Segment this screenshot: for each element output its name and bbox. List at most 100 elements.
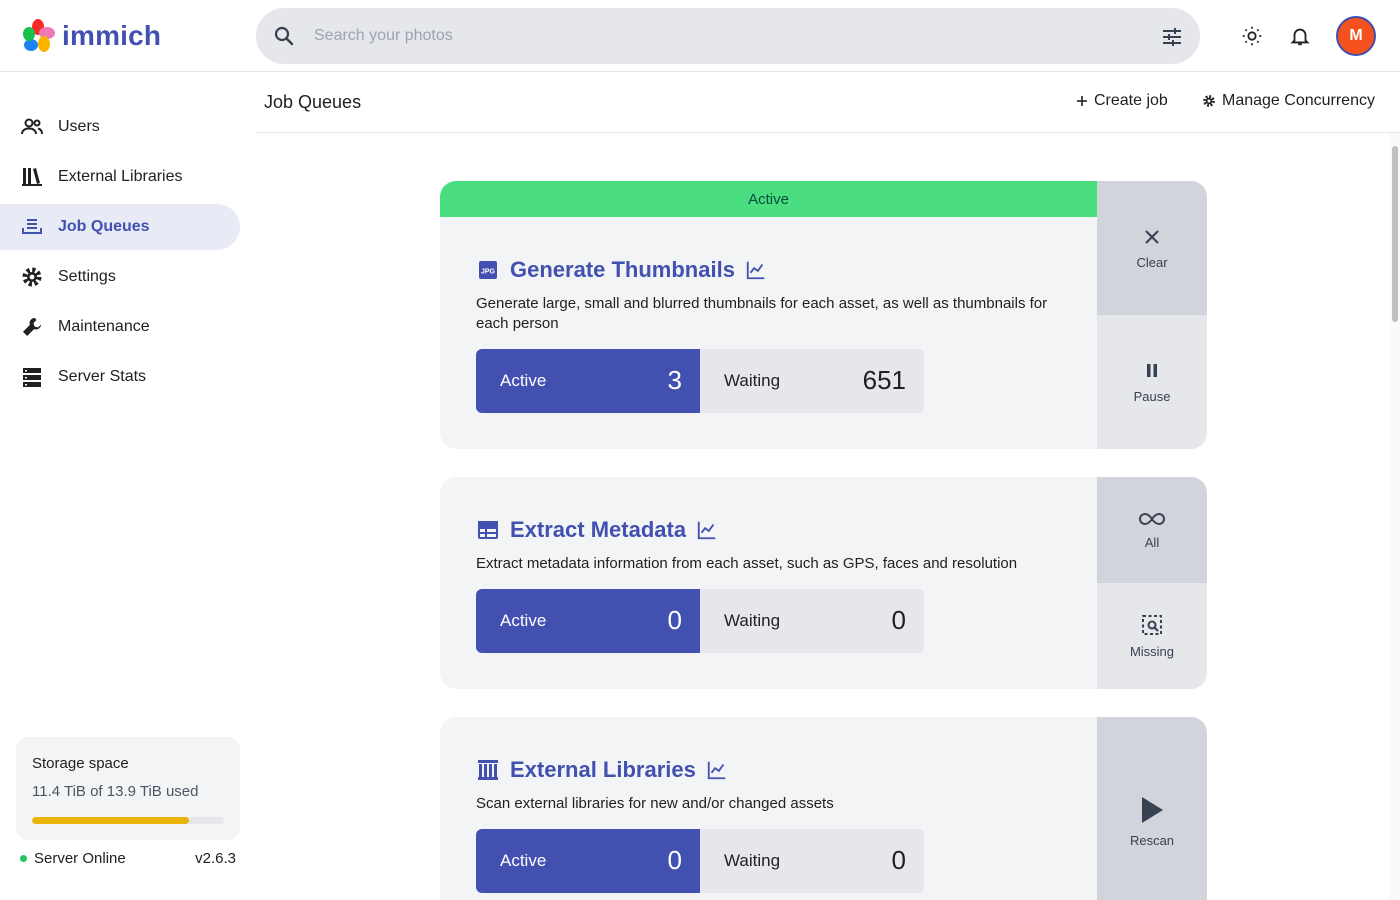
manage-concurrency-button[interactable]: Manage Concurrency xyxy=(1202,92,1375,110)
job-card-extract-metadata: Extract Metadata Extract metadata inform… xyxy=(440,477,1207,689)
rescan-label: Rescan xyxy=(1129,833,1175,848)
search-icon[interactable] xyxy=(272,24,296,48)
sidebar-item-label: Maintenance xyxy=(58,318,150,335)
active-counter: Active 0 xyxy=(476,829,700,893)
manage-concurrency-label: Manage Concurrency xyxy=(1222,92,1375,109)
wrench-icon xyxy=(23,318,41,336)
active-count: 0 xyxy=(667,605,682,635)
job-counters: Active 0 Waiting 0 xyxy=(476,829,924,893)
sidebar: Users External Libraries Job Queues Sett… xyxy=(0,72,256,900)
job-actions: Clear Pause xyxy=(1097,181,1207,449)
sidebar-item-job-queues[interactable]: Job Queues xyxy=(0,204,240,250)
active-label: Active xyxy=(500,371,547,390)
waiting-counter: Waiting 0 xyxy=(700,589,924,653)
job-title-row: Extract Metadata xyxy=(476,517,718,543)
job-title: Generate Thumbnails xyxy=(510,257,735,282)
svg-text:JPG: JPG xyxy=(481,269,496,276)
users-icon xyxy=(21,118,43,135)
waiting-count: 651 xyxy=(862,365,906,395)
theme-toggle-button[interactable] xyxy=(1236,20,1268,52)
close-icon xyxy=(1145,229,1159,244)
notifications-button[interactable] xyxy=(1284,20,1316,52)
job-card-body: Active JPG Generate Thumbnails Generate … xyxy=(440,181,1097,449)
all-button[interactable]: All xyxy=(1097,477,1207,583)
waiting-label: Waiting xyxy=(724,611,781,630)
job-title-row: External Libraries xyxy=(476,757,728,783)
pause-label: Pause xyxy=(1133,388,1171,404)
create-job-label: Create job xyxy=(1094,92,1168,109)
library-columns-icon xyxy=(478,760,498,780)
search-input[interactable] xyxy=(314,8,1134,64)
chart-line-icon[interactable] xyxy=(696,519,718,541)
clear-button[interactable]: Clear xyxy=(1097,181,1207,315)
waiting-count: 0 xyxy=(891,845,906,875)
active-label: Active xyxy=(500,611,547,630)
sidebar-item-label: Job Queues xyxy=(58,218,150,235)
waiting-label: Waiting xyxy=(724,371,781,390)
missing-button[interactable]: Missing xyxy=(1097,583,1207,689)
play-icon xyxy=(1142,797,1163,823)
server-version[interactable]: v2.6.3 xyxy=(195,850,236,867)
job-card-external-libraries: External Libraries Scan external librari… xyxy=(440,717,1207,900)
pause-button[interactable]: Pause xyxy=(1097,315,1207,449)
job-description: Extract metadata information from each a… xyxy=(476,555,1018,572)
server-icon xyxy=(23,368,41,387)
sidebar-item-label: External Libraries xyxy=(58,168,183,185)
plus-icon xyxy=(1077,96,1087,106)
user-avatar[interactable]: M xyxy=(1336,16,1376,56)
bell-icon xyxy=(1290,28,1310,46)
immich-logo-icon xyxy=(23,19,55,52)
chart-line-icon[interactable] xyxy=(706,759,728,781)
sidebar-item-external-libraries[interactable]: External Libraries xyxy=(0,154,240,200)
active-label: Active xyxy=(500,851,547,870)
sidebar-item-label: Settings xyxy=(58,268,116,285)
page-title: Job Queues xyxy=(264,92,362,112)
waiting-counter: Waiting 651 xyxy=(700,349,924,413)
clear-label: Clear xyxy=(1136,254,1168,270)
missing-label: Missing xyxy=(1129,643,1175,659)
sidebar-item-settings[interactable]: Settings xyxy=(0,254,240,300)
job-description: Generate large, small and blurred thumbn… xyxy=(476,295,1048,332)
gear-icon xyxy=(22,267,42,287)
server-status-label: Server Online xyxy=(34,850,126,867)
top-bar: immich M xyxy=(0,0,1400,72)
waiting-count: 0 xyxy=(891,605,906,635)
library-icon xyxy=(22,168,42,186)
job-counters: Active 0 Waiting 0 xyxy=(476,589,924,653)
active-count: 3 xyxy=(667,365,682,395)
page-header: Job Queues Create job Manage Concurrency xyxy=(256,72,1400,133)
online-indicator-icon xyxy=(20,855,27,862)
storage-title: Storage space xyxy=(32,755,129,772)
sidebar-item-server-stats[interactable]: Server Stats xyxy=(0,354,240,400)
sidebar-item-maintenance[interactable]: Maintenance xyxy=(0,304,240,350)
storage-usage-text: 11.4 TiB of 13.9 TiB used xyxy=(32,783,199,800)
active-counter: Active 3 xyxy=(476,349,700,413)
table-icon xyxy=(478,521,498,539)
job-card-body: External Libraries Scan external librari… xyxy=(440,717,1097,900)
sidebar-item-users[interactable]: Users xyxy=(0,104,240,150)
job-title: Extract Metadata xyxy=(510,517,687,542)
sidebar-item-label: Server Stats xyxy=(58,368,147,385)
infinity-icon xyxy=(1139,512,1165,525)
storage-bar xyxy=(32,817,224,824)
active-count: 0 xyxy=(667,845,682,875)
chart-line-icon[interactable] xyxy=(745,259,767,281)
jpg-file-icon: JPG xyxy=(479,261,497,279)
job-status-banner: Active xyxy=(440,181,1097,217)
job-title: External Libraries xyxy=(510,757,696,782)
waiting-label: Waiting xyxy=(724,851,781,870)
search-missing-icon xyxy=(1142,614,1162,635)
sidebar-item-label: Users xyxy=(58,118,100,135)
gear-icon xyxy=(1203,95,1215,107)
search-bar[interactable] xyxy=(256,8,1200,64)
search-options-icon[interactable] xyxy=(1160,25,1184,49)
all-label: All xyxy=(1144,534,1160,550)
app-logo[interactable]: immich xyxy=(20,18,161,54)
create-job-button[interactable]: Create job xyxy=(1076,92,1168,110)
rescan-button[interactable]: Rescan xyxy=(1097,717,1207,900)
queue-icon xyxy=(22,219,42,234)
job-card-body: Extract Metadata Extract metadata inform… xyxy=(440,477,1097,689)
waiting-counter: Waiting 0 xyxy=(700,829,924,893)
pause-icon xyxy=(1147,363,1157,377)
scrollbar-thumb[interactable] xyxy=(1392,146,1398,322)
